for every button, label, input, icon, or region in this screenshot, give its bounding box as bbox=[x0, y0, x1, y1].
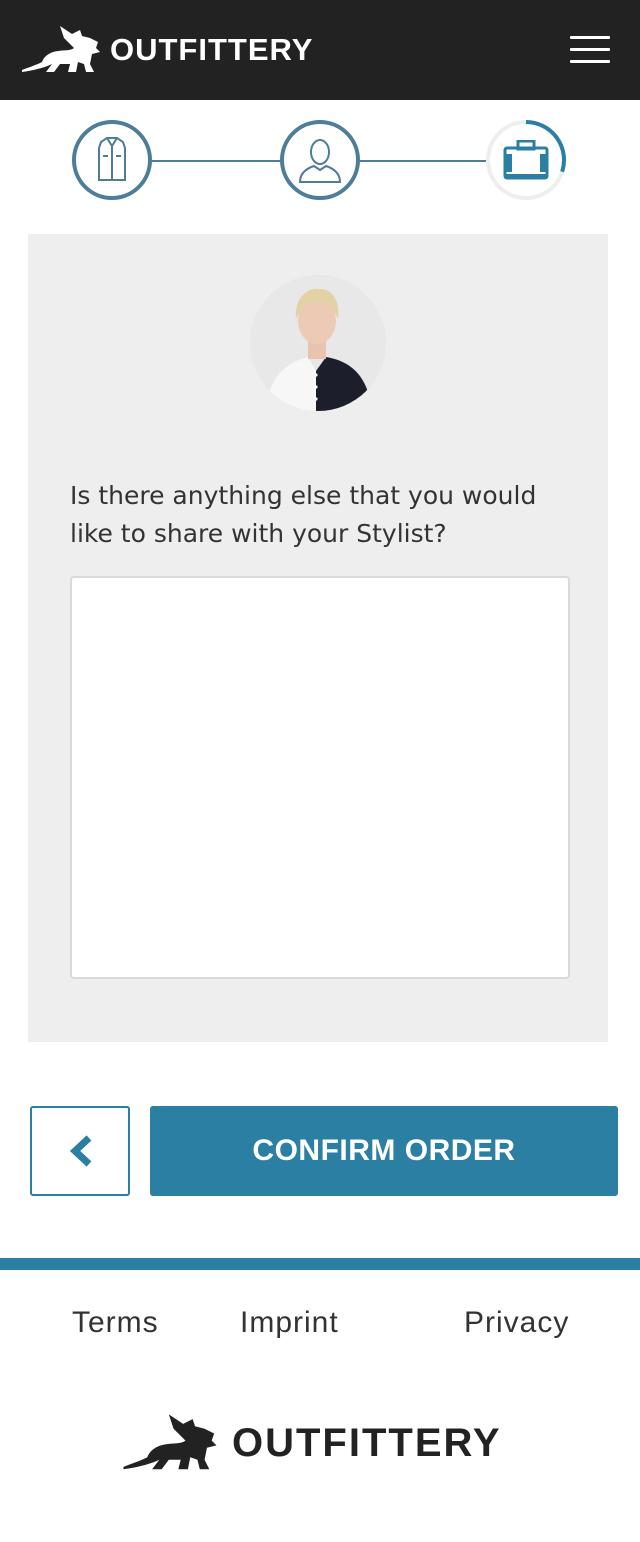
stylist-message-card: Is there anything else that you would li… bbox=[28, 234, 608, 1042]
winged-cat-logo-icon bbox=[123, 1414, 217, 1470]
confirm-order-button[interactable]: CONFIRM ORDER bbox=[150, 1106, 618, 1196]
stylist-portrait-icon bbox=[250, 275, 386, 411]
stylist-avatar bbox=[250, 275, 386, 411]
suitcase-icon bbox=[503, 140, 549, 180]
stylist-question: Is there anything else that you would li… bbox=[70, 481, 537, 548]
step-connector bbox=[152, 160, 280, 162]
chevron-left-icon bbox=[69, 1135, 92, 1167]
top-navigation-bar: OUTFITTERY bbox=[0, 0, 640, 100]
step-connector bbox=[360, 160, 486, 162]
footer-brand-logo[interactable]: OUTFITTERY bbox=[120, 1412, 502, 1474]
menu-button[interactable] bbox=[566, 30, 614, 70]
footer-link-imprint[interactable]: Imprint bbox=[240, 1306, 339, 1340]
brand-wordmark: OUTFITTERY bbox=[110, 32, 314, 67]
back-button[interactable] bbox=[30, 1106, 130, 1196]
shirt-icon bbox=[98, 137, 126, 181]
step-style[interactable] bbox=[72, 120, 152, 200]
footer-divider bbox=[0, 1258, 640, 1270]
step-order[interactable] bbox=[486, 120, 566, 200]
footer-brand-wordmark: OUTFITTERY bbox=[232, 1420, 502, 1465]
step-profile[interactable] bbox=[280, 120, 360, 200]
progress-stepper bbox=[0, 100, 640, 234]
brand-logo[interactable]: OUTFITTERY bbox=[20, 24, 313, 76]
hamburger-menu-icon bbox=[570, 36, 610, 39]
stylist-notes-field[interactable] bbox=[70, 576, 570, 979]
person-icon bbox=[298, 139, 342, 183]
footer-link-privacy[interactable]: Privacy bbox=[464, 1306, 569, 1340]
footer-link-terms[interactable]: Terms bbox=[72, 1306, 159, 1340]
winged-cat-logo-icon bbox=[22, 26, 100, 72]
